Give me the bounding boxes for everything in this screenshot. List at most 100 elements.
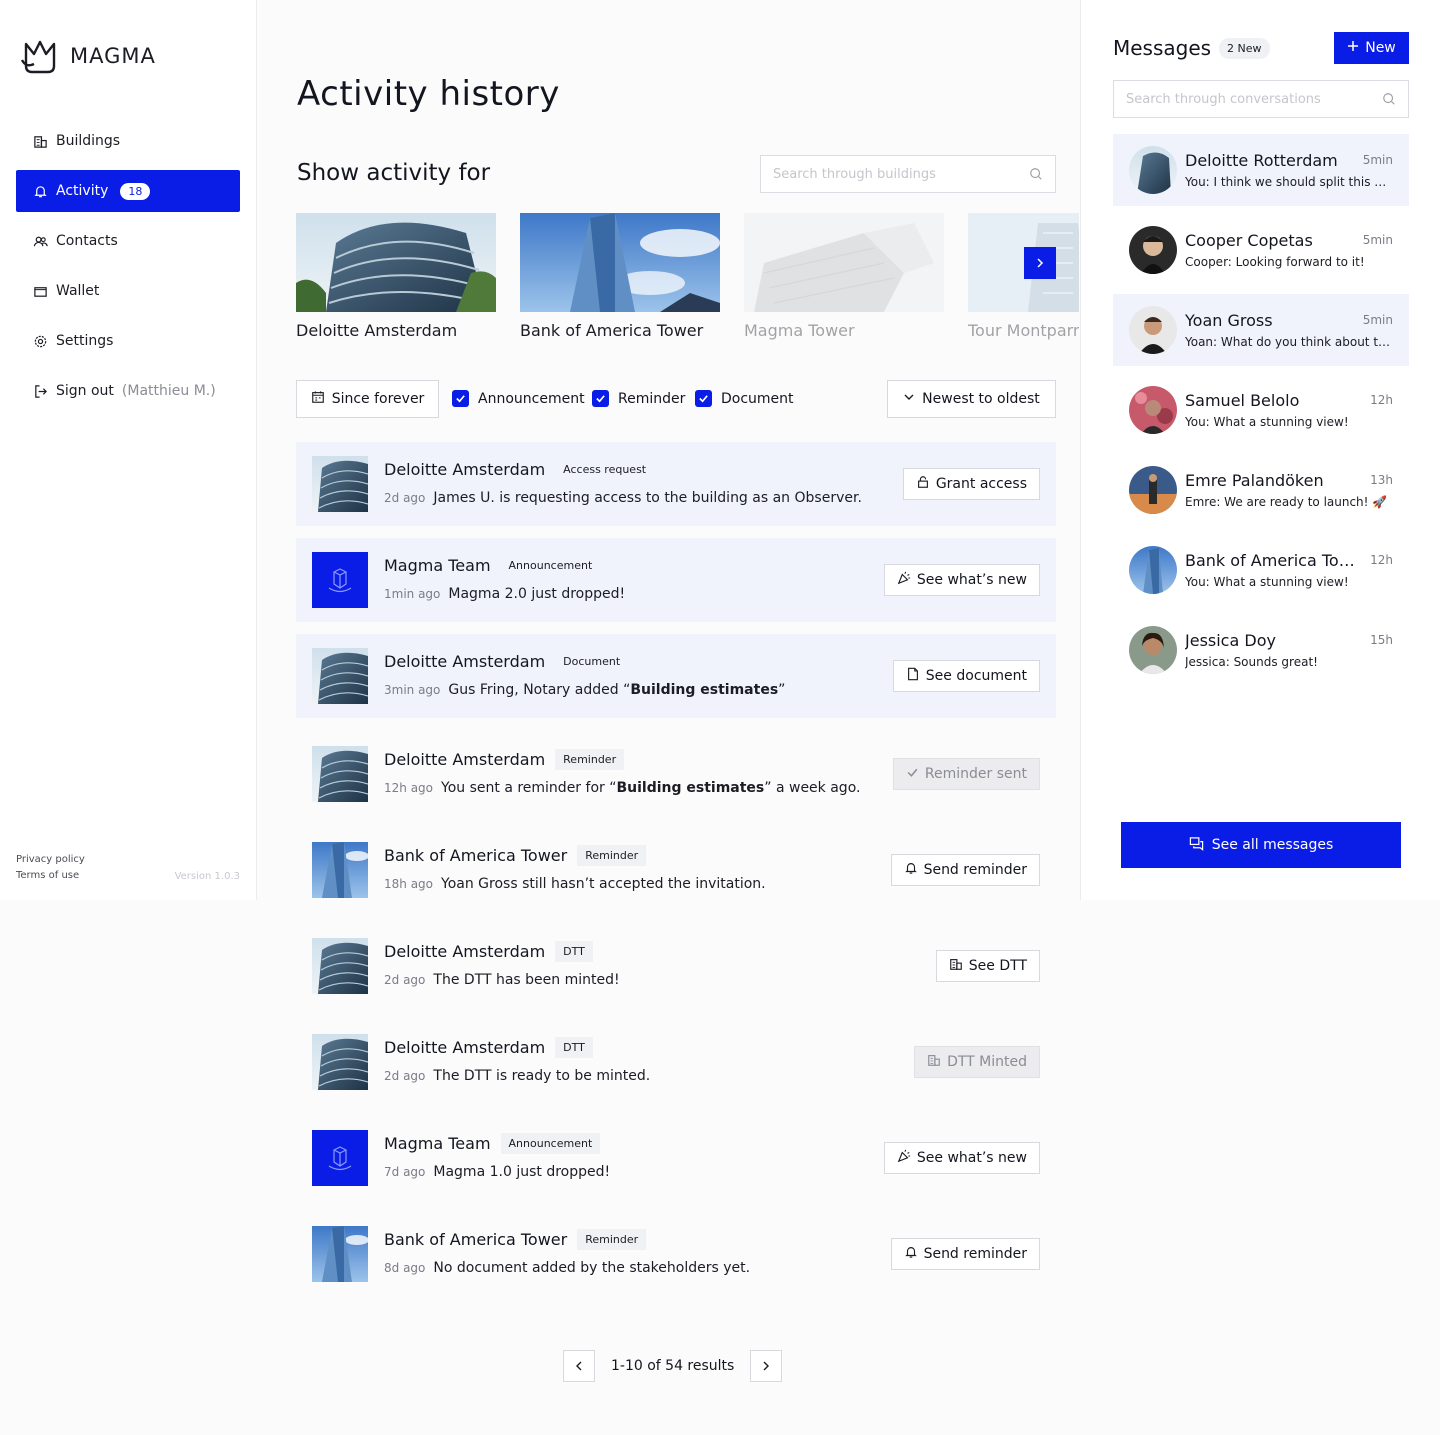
privacy-policy-link[interactable]: Privacy policy	[16, 854, 240, 865]
users-icon	[32, 233, 48, 249]
see-all-label: See all messages	[1211, 837, 1334, 853]
conversation-time: 5min	[1362, 153, 1393, 167]
building-search-input[interactable]: Search through buildings	[760, 155, 1056, 193]
next-page-button[interactable]	[750, 1350, 783, 1382]
checkbox-label: Document	[721, 390, 794, 407]
activity-source: Magma Team	[384, 556, 491, 575]
document-name: Building estimates	[630, 682, 779, 698]
magma-logo-icon	[20, 40, 56, 74]
activity-item: Deloitte Amsterdam Access request 2d ago J…	[296, 442, 1056, 526]
avatar	[1129, 306, 1177, 354]
activity-text: The DTT is ready to be minted.	[433, 1068, 651, 1084]
conversation-preview: Cooper: Looking forward to it!	[1185, 255, 1365, 269]
sidebar-item-wallet[interactable]: Wallet	[16, 270, 240, 312]
conversation-name: Yoan Gross	[1185, 311, 1273, 330]
new-messages-badge: 2 New	[1219, 38, 1270, 59]
avatar	[1129, 626, 1177, 674]
sidebar-item-label: Activity	[56, 183, 109, 199]
activity-time: 18h ago	[384, 877, 434, 891]
chevron-left-icon	[573, 1357, 585, 1376]
search-icon	[1382, 92, 1396, 110]
new-message-button[interactable]: New	[1334, 32, 1409, 64]
see-dtt-button[interactable]: See DTT	[935, 950, 1040, 982]
building-card[interactable]: Deloitte Amsterdam	[296, 213, 496, 340]
gear-icon	[32, 333, 48, 349]
building-thumbnail	[312, 938, 368, 994]
activity-text: Magma 2.0 just dropped!	[448, 586, 626, 602]
sidebar-item-settings[interactable]: Settings	[16, 320, 240, 362]
conversation-preview: Emre: We are ready to launch! 🚀	[1185, 495, 1388, 509]
conversation-item[interactable]: Jessica Doy 15h Jessica: Sounds great!	[1113, 614, 1409, 686]
activity-source: Bank of America Tower	[384, 1230, 568, 1249]
conversation-item[interactable]: Emre Palandöken 13h Emre: We are ready t…	[1113, 454, 1409, 526]
date-range-button[interactable]: Since forever	[296, 380, 439, 418]
conversation-search-input[interactable]: Search through conversations	[1113, 80, 1409, 118]
new-button-label: New	[1365, 40, 1396, 56]
building-card[interactable]: Magma Tower	[744, 213, 944, 340]
document-checkbox[interactable]: Document	[695, 390, 794, 407]
grant-access-button[interactable]: Grant access	[902, 468, 1040, 500]
previous-page-button[interactable]	[563, 1350, 595, 1382]
action-label: See what’s new	[916, 1150, 1027, 1166]
avatar	[1129, 546, 1177, 594]
conversation-item[interactable]: Yoan Gross 5min Yoan: What do you think …	[1113, 294, 1409, 366]
activity-item: Bank of America Tower Reminder 8d ago No d…	[296, 1212, 1056, 1296]
sidebar-item-label: Buildings	[56, 133, 121, 149]
conversation-name: Deloitte Rotterdam	[1185, 151, 1338, 170]
activity-description: 18h ago Yoan Gross still hasn’t accepted …	[384, 876, 766, 892]
sidebar-item-signout[interactable]: Sign out (Matthieu M.)	[16, 370, 240, 412]
file-icon	[906, 667, 920, 685]
activity-time: 8d ago	[384, 1261, 426, 1275]
activity-source: Deloitte Amsterdam	[384, 460, 546, 479]
activity-description: 2d ago The DTT is ready to be minted.	[384, 1068, 650, 1084]
see-all-messages-button[interactable]: See all messages	[1121, 822, 1401, 868]
conversation-item[interactable]: Bank of America Tower 12h You: What a st…	[1113, 534, 1409, 606]
sidebar-item-label: Wallet	[56, 283, 100, 299]
lock-icon	[916, 475, 930, 493]
activity-text: You sent a reminder for “	[441, 780, 617, 796]
building-name: Tour Montparnasse	[968, 321, 1079, 340]
section-title: Show activity for	[297, 160, 491, 186]
logo[interactable]: MAGMA	[20, 38, 156, 74]
conversation-time: 5min	[1362, 313, 1393, 327]
conversation-name: Samuel Belolo	[1185, 391, 1300, 410]
sidebar-item-activity[interactable]: Activity 18	[16, 170, 240, 212]
activity-description: 12h ago You sent a reminder for “Building…	[384, 780, 860, 796]
activity-description: 8d ago No document added by the stakehold…	[384, 1260, 750, 1276]
bell-icon	[32, 183, 48, 199]
action-label: See document	[925, 668, 1027, 684]
announcement-checkbox[interactable]: Announcement	[452, 390, 585, 407]
conversation-name: Jessica Doy	[1185, 631, 1276, 650]
conversation-item[interactable]: Cooper Copetas 5min Cooper: Looking forw…	[1113, 214, 1409, 286]
activity-time: 12h ago	[384, 781, 434, 795]
conversation-item[interactable]: Samuel Belolo 12h You: What a stunning v…	[1113, 374, 1409, 446]
sidebar-item-buildings[interactable]: Buildings	[16, 120, 240, 162]
see-whats-new-button[interactable]: See what’s new	[883, 564, 1040, 596]
activity-text: The DTT has been minted!	[433, 972, 620, 988]
sidebar-item-label: Settings	[56, 333, 114, 349]
checkbox-label: Announcement	[478, 390, 585, 407]
carousel-next-button[interactable]	[1024, 247, 1056, 279]
send-reminder-button[interactable]: Send reminder	[890, 854, 1040, 886]
check-icon	[906, 766, 919, 783]
avatar	[1129, 146, 1177, 194]
sidebar-footer: Privacy policy Terms of use Version 1.0.…	[16, 854, 240, 886]
sidebar-item-contacts[interactable]: Contacts	[16, 220, 240, 262]
version-label: Version 1.0.3	[174, 871, 240, 882]
send-reminder-button[interactable]: Send reminder	[890, 1238, 1040, 1270]
activity-source: Deloitte Amsterdam	[384, 1038, 546, 1057]
see-document-button[interactable]: See document	[892, 660, 1040, 692]
sort-dropdown[interactable]: Newest to oldest	[887, 380, 1056, 418]
activity-type-tag: Document	[555, 651, 629, 672]
building-icon	[32, 133, 48, 149]
bell-icon	[904, 861, 918, 879]
building-card[interactable]: Bank of America Tower	[520, 213, 720, 340]
activity-type-tag: Access request	[555, 459, 655, 480]
sidebar-item-label: Contacts	[56, 233, 118, 249]
magma-team-avatar	[312, 1130, 368, 1186]
sign-out-icon	[32, 383, 48, 399]
see-whats-new-button[interactable]: See what’s new	[883, 1142, 1040, 1174]
building-name: Magma Tower	[744, 321, 855, 340]
conversation-item[interactable]: Deloitte Rotterdam 5min You: I think we …	[1113, 134, 1409, 206]
reminder-checkbox[interactable]: Reminder	[592, 390, 685, 407]
